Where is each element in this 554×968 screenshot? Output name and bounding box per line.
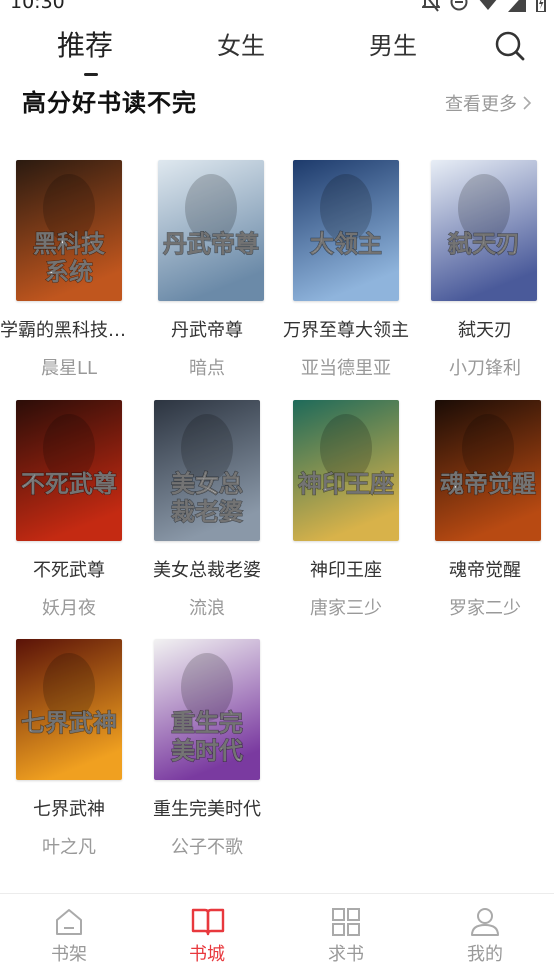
book-title: 不死武尊 <box>33 560 105 581</box>
status-bar: 10:30 <box>0 0 554 12</box>
book-title: 美女总裁老婆 <box>153 560 261 581</box>
book-title: 魂帝觉醒 <box>449 560 521 581</box>
book-cover[interactable]: 大领主 <box>293 160 399 301</box>
cover-title-art: 美时代 <box>171 737 243 765</box>
tab-female[interactable]: 女生 <box>217 26 265 61</box>
grid-icon <box>332 908 360 936</box>
cover-title-art: 裁老婆 <box>171 498 243 526</box>
book-title: 万界至尊大领主 <box>283 320 409 341</box>
cover-title-art: 魂帝觉醒 <box>440 470 536 498</box>
nav-profile[interactable]: 我的 <box>416 894 554 968</box>
book-author: 叶之凡 <box>42 837 96 858</box>
view-more-link[interactable]: 查看更多 <box>445 90 532 116</box>
battery-icon <box>536 0 546 12</box>
book-author: 晨星LL <box>40 358 98 379</box>
book-author: 暗点 <box>189 358 225 379</box>
book-title: 弑天刃 <box>458 320 512 341</box>
nav-bookstore[interactable]: 书城 <box>138 894 276 968</box>
tab-recommend[interactable]: 推荐 <box>57 24 113 64</box>
nav-label: 书城 <box>189 944 225 965</box>
nav-label: 求书 <box>328 944 364 965</box>
book-author: 小刀锋利 <box>449 358 521 379</box>
home-icon <box>56 909 82 935</box>
cover-title-art: 神印王座 <box>298 470 394 498</box>
book-title: 神印王座 <box>310 560 382 581</box>
cover-title-art: 不死武尊 <box>21 470 117 498</box>
tab-male[interactable]: 男生 <box>369 26 417 61</box>
book-cover[interactable]: 神印王座 <box>293 400 399 541</box>
status-time: 10:30 <box>10 0 65 12</box>
book-title: 学霸的黑科技系统 <box>0 320 138 341</box>
book-author: 亚当德里亚 <box>301 358 391 379</box>
cover-title-art: 弑天刃 <box>447 230 520 258</box>
book-cover[interactable]: 七界武神 <box>16 639 122 780</box>
book-cover[interactable]: 弑天刃 <box>431 160 537 301</box>
book-cover[interactable]: 丹武帝尊 <box>158 160 264 301</box>
view-more-label: 查看更多 <box>445 94 517 115</box>
wifi-icon <box>479 0 497 10</box>
search-icon <box>495 31 525 61</box>
book-cover[interactable]: 魂帝觉醒 <box>435 400 541 541</box>
book-author: 妖月夜 <box>42 598 96 619</box>
section-title: 高分好书读不完 <box>22 89 197 117</box>
book-cover[interactable]: 不死武尊 <box>16 400 122 541</box>
book-cover[interactable]: 重生完 美时代 <box>154 639 260 780</box>
book-author: 罗家二少 <box>449 598 521 619</box>
signal-icon <box>508 0 526 12</box>
cover-title-art: 七界武神 <box>21 709 117 737</box>
cover-title-art: 丹武帝尊 <box>163 230 259 258</box>
book-author: 公子不歌 <box>171 837 243 858</box>
nav-request[interactable]: 求书 <box>277 894 415 968</box>
nav-label: 我的 <box>467 944 503 965</box>
cover-title-art: 美女总 <box>171 470 243 498</box>
notification-off-icon <box>422 0 440 12</box>
active-tab-indicator <box>84 73 98 76</box>
top-tab-bar: 推荐 女生 男生 <box>0 12 554 84</box>
book-title: 七界武神 <box>33 799 105 820</box>
cover-title-art: 黑科技 <box>33 230 106 258</box>
book-author: 流浪 <box>189 598 225 619</box>
nav-label: 书架 <box>51 944 87 965</box>
book-title: 丹武帝尊 <box>171 320 243 341</box>
bottom-nav: 书架 书城 求书 我的 <box>0 893 554 968</box>
book-icon <box>191 908 225 936</box>
section-header: 高分好书读不完 查看更多 <box>0 84 554 118</box>
search-button[interactable] <box>494 30 526 62</box>
user-icon <box>471 908 499 936</box>
book-cover[interactable]: 美女总 裁老婆 <box>154 400 260 541</box>
chevron-right-icon <box>523 96 532 110</box>
nav-bookshelf[interactable]: 书架 <box>0 894 138 968</box>
status-icons <box>422 0 546 12</box>
cover-title-art: 系统 <box>45 258 93 286</box>
cover-title-art: 重生完 <box>171 709 243 737</box>
book-author: 唐家三少 <box>310 598 382 619</box>
dnd-icon <box>450 0 468 11</box>
book-title: 重生完美时代 <box>153 799 261 820</box>
book-cover[interactable]: 黑科技 系统 <box>16 160 122 301</box>
cover-title-art: 大领主 <box>310 230 382 258</box>
